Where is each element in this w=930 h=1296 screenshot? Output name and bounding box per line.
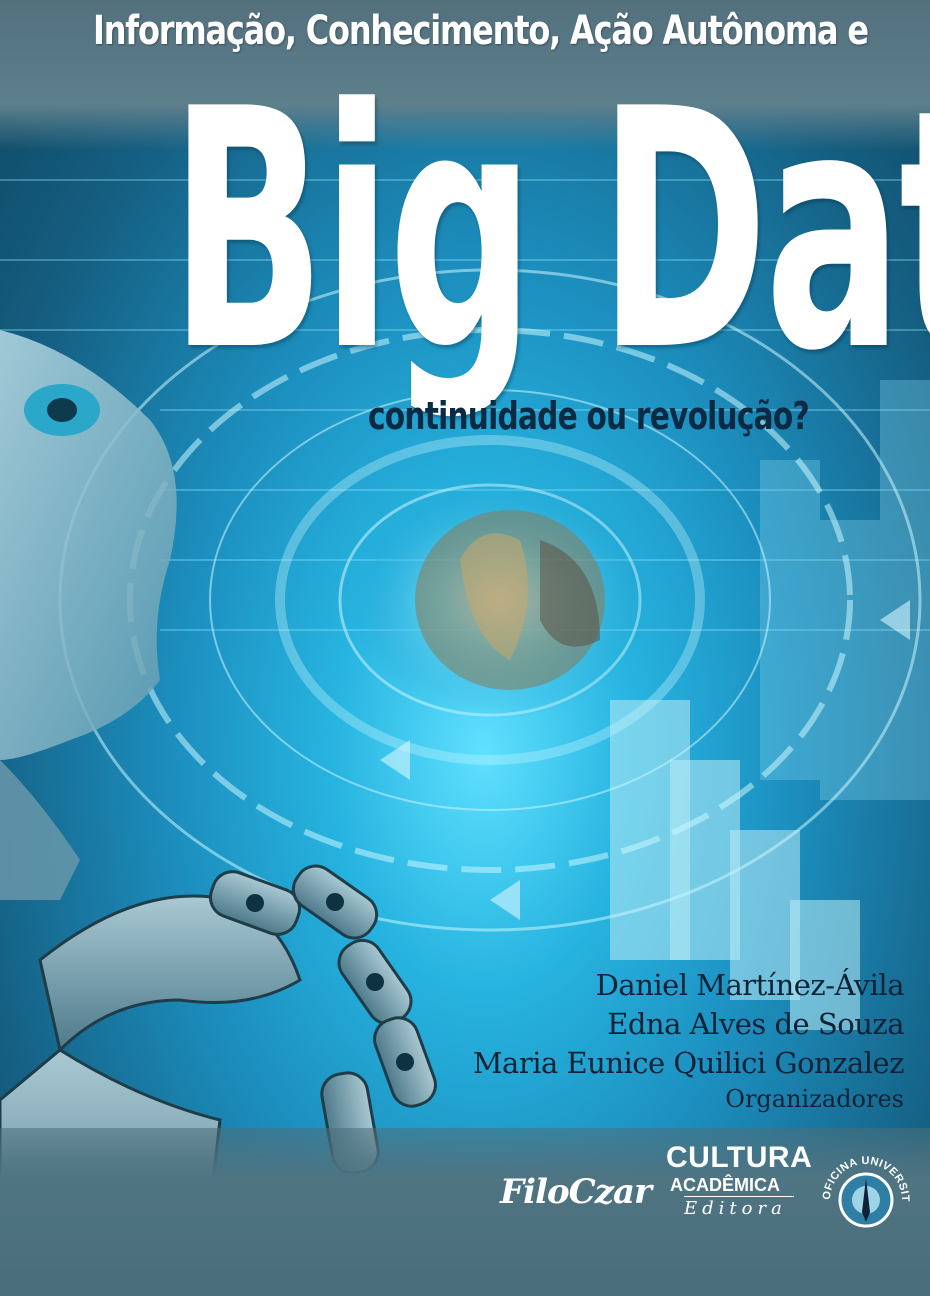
cultura-logo-line2: ACADÊMICA [670, 1175, 780, 1195]
organizers-label: Organizadores [725, 1085, 904, 1113]
cultura-logo-line3: Editora [684, 1196, 794, 1221]
publisher-logos: FiloCzar CULTURA ACADÊMICA Editora OFICI… [0, 1128, 930, 1296]
subtitle: continuidade ou revolução? [368, 394, 810, 438]
author-name: Edna Alves de Souza [607, 1007, 904, 1041]
oficina-seal-logo: OFICINA UNIVERSITÁRIA [818, 1138, 911, 1228]
filoczar-logo: FiloCzar [500, 1172, 652, 1212]
book-cover: Informação, Conhecimento, Ação Autônoma … [0, 0, 930, 1296]
author-list: Daniel Martínez-Ávila Edna Alves de Souz… [472, 966, 905, 1115]
digital-eye-artwork [415, 510, 605, 690]
cultura-logo-line1: CULTURA [666, 1141, 813, 1174]
author-name: Maria Eunice Quilici Gonzalez [472, 1046, 905, 1080]
cultura-academica-logo: CULTURA ACADÊMICA Editora [666, 1142, 816, 1221]
main-title: Big Data [169, 39, 930, 423]
author-name: Daniel Martínez-Ávila [595, 968, 905, 1002]
